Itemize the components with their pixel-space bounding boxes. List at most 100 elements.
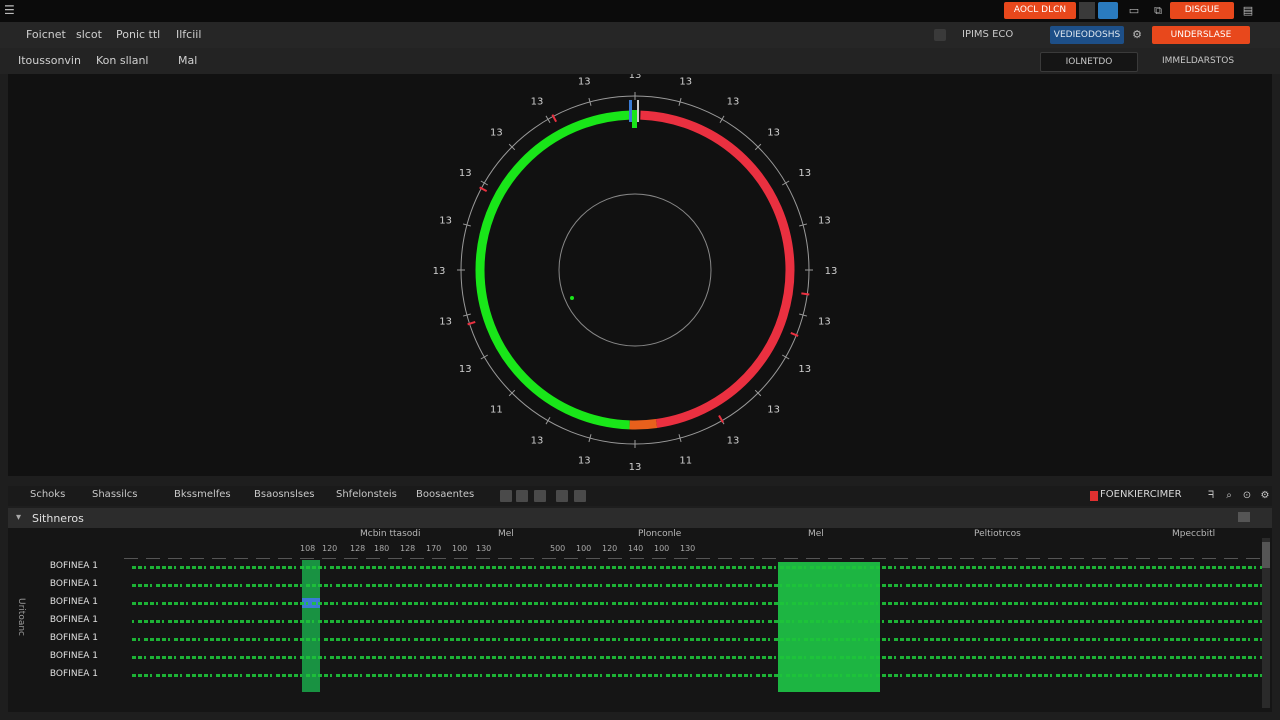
sequence-base	[858, 656, 862, 659]
sequence-base	[1212, 638, 1216, 641]
tab-blocks[interactable]: Schoks	[30, 489, 65, 503]
sequence-base	[348, 638, 350, 641]
column-header[interactable]: Mpeccbitl	[1172, 529, 1215, 541]
column-header[interactable]: Mel	[498, 529, 514, 541]
circular-plot[interactable]: 13 13 13 13 13 13 13 13 13 13 13 11 13 13 13 11 13 13 13 13…	[8, 74, 1272, 476]
sequence-base	[1194, 566, 1196, 569]
search-icon[interactable]: ⌕	[1222, 489, 1236, 503]
sequence-base	[798, 602, 802, 605]
sequence-base	[960, 566, 964, 569]
sequence-base	[252, 602, 256, 605]
sequence-base	[696, 566, 700, 569]
grid-icon[interactable]: ☰	[4, 4, 18, 17]
row-label[interactable]: BOFINEA 1	[38, 615, 98, 625]
toolbar-item-session[interactable]: Itoussonvin	[18, 54, 81, 68]
sequence-base	[1164, 584, 1168, 587]
row-label[interactable]: BOFINEA 1	[38, 633, 98, 643]
sequence-base	[198, 620, 202, 623]
sequence-base	[1014, 656, 1016, 659]
ruler-label: 128	[350, 544, 366, 553]
column-header[interactable]: Peltiotrcos	[974, 529, 1021, 541]
zoom-out-icon[interactable]	[516, 490, 528, 502]
sequence-base	[144, 602, 148, 605]
sequence-base	[1242, 656, 1246, 659]
search-input[interactable]: IPIMS ECO	[962, 27, 1042, 43]
fit-icon[interactable]	[534, 490, 546, 502]
screen-share-icon[interactable]	[1098, 2, 1118, 19]
vertical-scrollbar[interactable]	[1262, 538, 1270, 708]
row-label[interactable]: BOFINEA 1	[38, 579, 98, 589]
filter-icon[interactable]: ᖷ	[1204, 489, 1218, 503]
channel-button[interactable]: VEDIEODOSHS	[1050, 26, 1124, 44]
sequence-base	[762, 566, 766, 569]
sequence-base	[708, 602, 712, 605]
tab-statistics[interactable]: Shassilcs	[92, 489, 138, 503]
sequence-base	[522, 584, 526, 587]
sequence-base	[810, 566, 814, 569]
sequence-base	[978, 602, 982, 605]
sequence-base	[912, 584, 916, 587]
layout-dropdown[interactable]: IOLNETDO	[1040, 52, 1138, 72]
sequence-base	[186, 620, 190, 623]
collapse-icon[interactable]	[1238, 512, 1250, 522]
sequence-base	[642, 656, 646, 659]
menu-item-panel[interactable]: Ponic ttl	[116, 28, 160, 42]
column-header[interactable]: Mcbin ttasodi	[360, 529, 420, 541]
sequence-base	[1146, 602, 1148, 605]
sequence-base	[414, 656, 416, 659]
menu-item-help[interactable]: Ilfciil	[176, 28, 201, 42]
toolbar-item-map[interactable]: Mal	[178, 54, 197, 68]
alert-button[interactable]: AOCL DLCN	[1004, 2, 1076, 19]
row-label[interactable]: BOFINEA 1	[38, 651, 98, 661]
sequence-base	[516, 620, 520, 623]
sequence-base	[1128, 638, 1130, 641]
sequence-tracks[interactable]	[124, 558, 1264, 698]
sequence-base	[1026, 674, 1030, 677]
sequence-base	[366, 620, 370, 623]
monitor-icon[interactable]	[1079, 2, 1095, 19]
sequence-base	[864, 602, 868, 605]
sequence-base	[726, 656, 730, 659]
tab-selections[interactable]: Shfelonsteis	[336, 489, 397, 503]
sequence-base	[1188, 656, 1192, 659]
menu-item-select[interactable]: slcot	[76, 28, 102, 42]
view-toggle[interactable]: IMMELDARSTOS	[1150, 53, 1246, 69]
tab-assemblies[interactable]: Bkssmelfes	[174, 489, 231, 503]
expand-icon[interactable]: ⊙	[1240, 489, 1254, 503]
row-label[interactable]: BOFINEA 1	[38, 669, 98, 679]
sequence-base	[1050, 656, 1054, 659]
sequence-base	[1158, 638, 1160, 641]
sequence-base	[192, 566, 196, 569]
toolbar-item-scan[interactable]: Kon sllanl	[96, 54, 148, 68]
sequence-base	[264, 584, 268, 587]
export-icon[interactable]	[574, 490, 586, 502]
close-icon[interactable]: ▤	[1240, 3, 1256, 19]
sequence-base	[648, 602, 652, 605]
tab-basepairs[interactable]: Bsaosnslses	[254, 489, 314, 503]
ring-tick	[545, 416, 551, 425]
sequence-base	[840, 602, 844, 605]
sequence-base	[240, 584, 242, 587]
row-label[interactable]: BOFINEA 1	[38, 561, 98, 571]
sequence-base	[540, 584, 542, 587]
row-label[interactable]: BOFINEA 1	[38, 597, 98, 607]
sequence-base	[870, 584, 872, 587]
settings-icon[interactable]: ⚙	[1258, 489, 1272, 503]
pan-icon[interactable]	[556, 490, 568, 502]
sequence-base	[1122, 656, 1126, 659]
record-button[interactable]: UNDERSLASE	[1152, 26, 1250, 44]
scrollbar-thumb[interactable]	[1262, 542, 1270, 568]
lock-icon[interactable]	[934, 29, 946, 41]
column-header[interactable]: Plonconle	[638, 529, 681, 541]
restore-icon[interactable]: ⧉	[1150, 3, 1166, 19]
sequence-base	[978, 620, 982, 623]
gear-icon[interactable]: ⚙	[1130, 28, 1144, 42]
status-button[interactable]: DISGUE	[1170, 2, 1234, 19]
tab-bookmarks[interactable]: Boosaentes	[416, 489, 474, 503]
sequence-base	[132, 584, 136, 587]
menu-item-file[interactable]: Foicnet	[26, 28, 66, 42]
column-header[interactable]: Mel	[808, 529, 824, 541]
minimize-icon[interactable]: ▭	[1126, 3, 1142, 19]
sequence-base	[1242, 602, 1246, 605]
zoom-in-icon[interactable]	[500, 490, 512, 502]
